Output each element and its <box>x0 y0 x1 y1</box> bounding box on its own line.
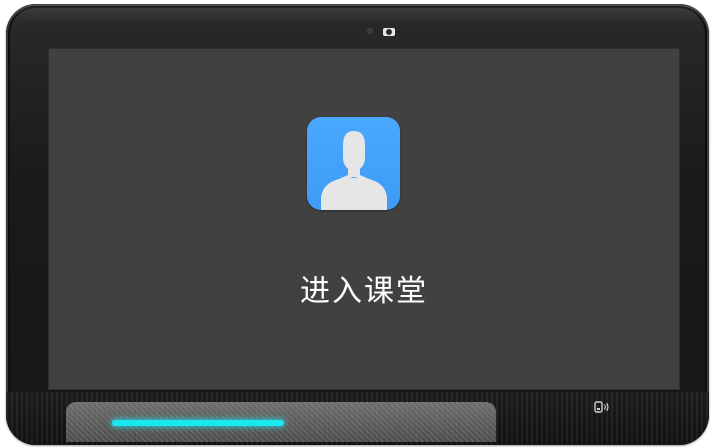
camera-icon <box>383 28 395 36</box>
bezel-gloss <box>6 4 709 24</box>
nfc-icon <box>594 401 609 413</box>
enter-classroom-app-icon[interactable] <box>307 117 400 210</box>
led-indicator-bar <box>112 420 284 426</box>
tablet-device-frame: 进入课堂 <box>6 4 709 445</box>
sensor-dot-icon <box>368 29 372 33</box>
screen: 进入课堂 <box>48 48 680 390</box>
user-avatar-icon <box>321 131 387 210</box>
enter-classroom-label[interactable]: 进入课堂 <box>248 266 480 310</box>
